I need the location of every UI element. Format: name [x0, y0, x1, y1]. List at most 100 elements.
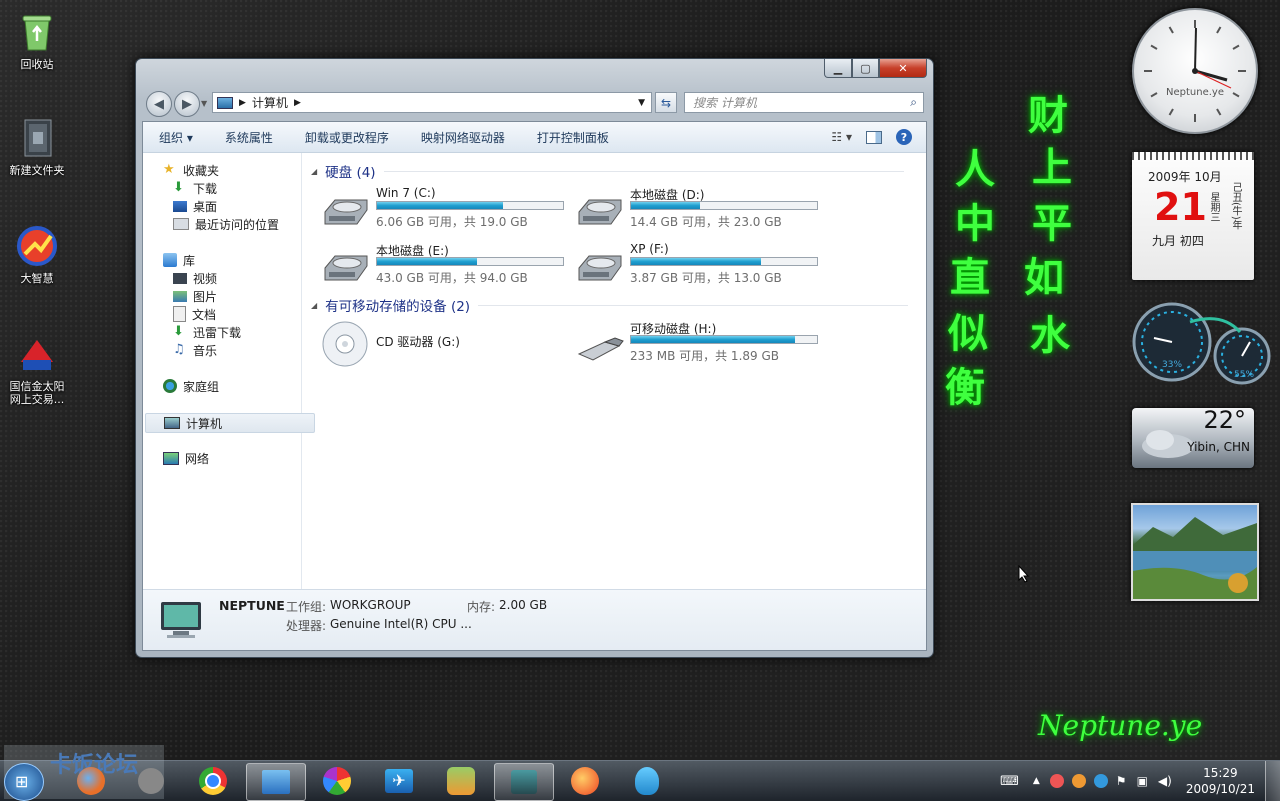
- close-icon: ✕: [898, 61, 908, 75]
- dazhihui-desktop-icon[interactable]: 大智慧: [0, 224, 74, 285]
- usb-drive-tile[interactable]: 可移动磁盘 (H:) 233 MB 可用，共 1.89 GB: [575, 320, 825, 364]
- refresh-button[interactable]: ⇆: [655, 92, 677, 113]
- nav-videos[interactable]: 视频: [173, 269, 217, 287]
- guoxin-icon: [21, 340, 53, 370]
- minimize-icon: ▁: [833, 61, 843, 75]
- back-button[interactable]: ◀: [146, 91, 172, 117]
- nav-music[interactable]: ♫ 音乐: [173, 341, 217, 359]
- help-icon[interactable]: ?: [896, 129, 912, 145]
- antivirus-icon[interactable]: [1071, 774, 1086, 788]
- hard-drive-icon: [324, 255, 368, 281]
- feiq-taskbar-button[interactable]: ✈: [370, 763, 428, 799]
- cpu-meter-gadget[interactable]: 33% 55%: [1132, 302, 1278, 386]
- recent-pages-dropdown[interactable]: ▼: [201, 99, 207, 108]
- drive-name: XP (F:): [630, 242, 669, 256]
- folder-icon: [24, 119, 52, 157]
- breadcrumb-computer[interactable]: 计算机: [252, 94, 288, 111]
- weather-gadget[interactable]: 22° Yibin, CHN: [1132, 406, 1254, 468]
- start-button[interactable]: ⊞: [4, 763, 44, 801]
- uninstall-program-button[interactable]: 卸载或更改程序: [289, 129, 405, 146]
- back-arrow-icon: ◀: [154, 96, 164, 112]
- video-taskbar-button[interactable]: [494, 763, 554, 801]
- weather-temperature: 22°: [1203, 406, 1246, 434]
- chrome-taskbar-button[interactable]: [184, 763, 242, 799]
- address-dropdown-icon[interactable]: ▼: [638, 98, 645, 108]
- address-bar[interactable]: ▶ 计算机 ▶ ▼: [212, 92, 652, 113]
- preview-pane-icon[interactable]: [866, 130, 882, 144]
- hdd-group-header[interactable]: ◢ 硬盘 (4): [311, 161, 904, 181]
- drive-tile[interactable]: XP (F:) 3.87 GB 可用，共 13.0 GB: [575, 242, 825, 286]
- breadcrumb-separator-icon: ▶: [239, 97, 246, 108]
- slideshow-gadget[interactable]: [1131, 503, 1259, 601]
- clock-gadget[interactable]: Neptune.ye: [1132, 8, 1258, 134]
- map-network-drive-button[interactable]: 映射网络驱动器: [405, 129, 521, 146]
- tray-time: 15:29: [1203, 766, 1238, 780]
- close-button[interactable]: ✕: [879, 59, 927, 78]
- system-tray: ⌨ ▲ ⚑ ▣ ◀) 15:29 2009/10/21: [1000, 761, 1280, 801]
- download-icon: ⬇: [173, 180, 184, 195]
- cpu-percent: 33%: [1162, 360, 1183, 370]
- usb-drive-icon: [577, 337, 624, 361]
- nav-downloads[interactable]: ⬇ 下载: [173, 179, 217, 197]
- search-input[interactable]: 搜索 计算机: [693, 94, 757, 111]
- drive-tile[interactable]: 本地磁盘 (E:) 43.0 GB 可用，共 94.0 GB: [321, 242, 571, 286]
- recycle-bin-desktop-icon[interactable]: 回收站: [0, 10, 74, 71]
- show-hidden-icons-icon[interactable]: ▲: [1033, 776, 1040, 786]
- memory-percent: 55%: [1234, 370, 1255, 380]
- keyboard-icon[interactable]: ⌨: [1000, 774, 1019, 789]
- drive-space-info: 6.06 GB 可用，共 19.0 GB: [376, 215, 528, 229]
- nav-recent-places[interactable]: 最近访问的位置: [173, 215, 279, 233]
- guoxin-desktop-icon[interactable]: 国信金太阳 网上交易...: [0, 332, 74, 406]
- nav-computer[interactable]: 计算机: [145, 413, 315, 433]
- tray-app-icon[interactable]: [1049, 774, 1064, 788]
- new-folder-label: 新建文件夹: [9, 164, 65, 177]
- organize-menu[interactable]: 组织 ▾: [143, 129, 209, 146]
- qq-tray-icon[interactable]: [1093, 774, 1108, 788]
- computer-icon: [164, 417, 180, 429]
- open-control-panel-button[interactable]: 打开控制面板: [521, 129, 625, 146]
- neon-char: 如: [1024, 254, 1064, 301]
- picasa-taskbar-button[interactable]: [308, 763, 366, 799]
- drive-tile[interactable]: 本地磁盘 (D:) 14.4 GB 可用，共 23.0 GB: [575, 186, 825, 230]
- nav-documents[interactable]: 文档: [173, 305, 216, 323]
- nav-thunder-downloads[interactable]: ⬇ 迅雷下载: [173, 323, 241, 341]
- drive-tile[interactable]: Win 7 (C:) 6.06 GB 可用，共 19.0 GB: [321, 186, 571, 230]
- qq-taskbar-button[interactable]: [618, 763, 676, 799]
- explorer-window[interactable]: ▁ ▢ ✕ ◀ ▶ ▼ ▶ 计算机 ▶ ▼ ⇆ 搜索 计算机 ⌕ 组织 ▾ 系统…: [135, 58, 934, 658]
- game-taskbar-button[interactable]: [556, 763, 614, 799]
- removable-group-header[interactable]: ◢ 有可移动存储的设备 (2): [311, 295, 909, 315]
- action-center-flag-icon[interactable]: ⚑: [1116, 774, 1127, 788]
- landscape-photo-icon: [1133, 517, 1257, 599]
- network-status-icon[interactable]: ▣: [1137, 774, 1148, 788]
- neon-char: 上: [1032, 144, 1072, 191]
- maximize-button[interactable]: ▢: [852, 59, 879, 78]
- show-desktop-button[interactable]: [1265, 761, 1280, 801]
- new-folder-desktop-icon[interactable]: 新建文件夹: [0, 116, 74, 177]
- hard-drive-icon: [324, 199, 368, 225]
- firefox-taskbar-button[interactable]: [62, 763, 120, 799]
- nav-favorites[interactable]: ★ 收藏夹: [163, 161, 219, 179]
- media-taskbar-button[interactable]: [432, 763, 490, 799]
- search-box[interactable]: 搜索 计算机 ⌕: [684, 92, 924, 113]
- cd-drive-tile[interactable]: CD 驱动器 (G:): [321, 320, 571, 367]
- nav-desktop[interactable]: 桌面: [173, 197, 217, 215]
- change-view-icon[interactable]: ☷ ▾: [831, 130, 852, 144]
- drive-space-info: 233 MB 可用，共 1.89 GB: [630, 349, 779, 363]
- forward-button[interactable]: ▶: [174, 91, 200, 117]
- volume-icon[interactable]: ◀): [1158, 774, 1172, 788]
- nav-library[interactable]: 库: [163, 251, 195, 269]
- hard-drive-icon: [578, 255, 622, 281]
- hard-drive-icon: [578, 199, 622, 225]
- nav-network[interactable]: 网络: [163, 449, 209, 467]
- explorer-taskbar-button[interactable]: [246, 763, 306, 801]
- drive-usage-bar: [630, 257, 818, 266]
- calendar-gadget[interactable]: 2009年 10月 21 星期三 己丑(牛)年 九月 初四: [1132, 152, 1254, 280]
- search-icon[interactable]: ⌕: [910, 95, 917, 110]
- nav-pictures[interactable]: 图片: [173, 287, 217, 305]
- system-properties-button[interactable]: 系统属性: [209, 129, 289, 146]
- app-taskbar-button[interactable]: [122, 763, 180, 799]
- minimize-button[interactable]: ▁: [824, 59, 852, 78]
- clock-area[interactable]: 15:29 2009/10/21: [1186, 765, 1255, 797]
- computer-name: NEPTUNE: [219, 598, 285, 613]
- nav-homegroup[interactable]: 家庭组: [163, 377, 219, 395]
